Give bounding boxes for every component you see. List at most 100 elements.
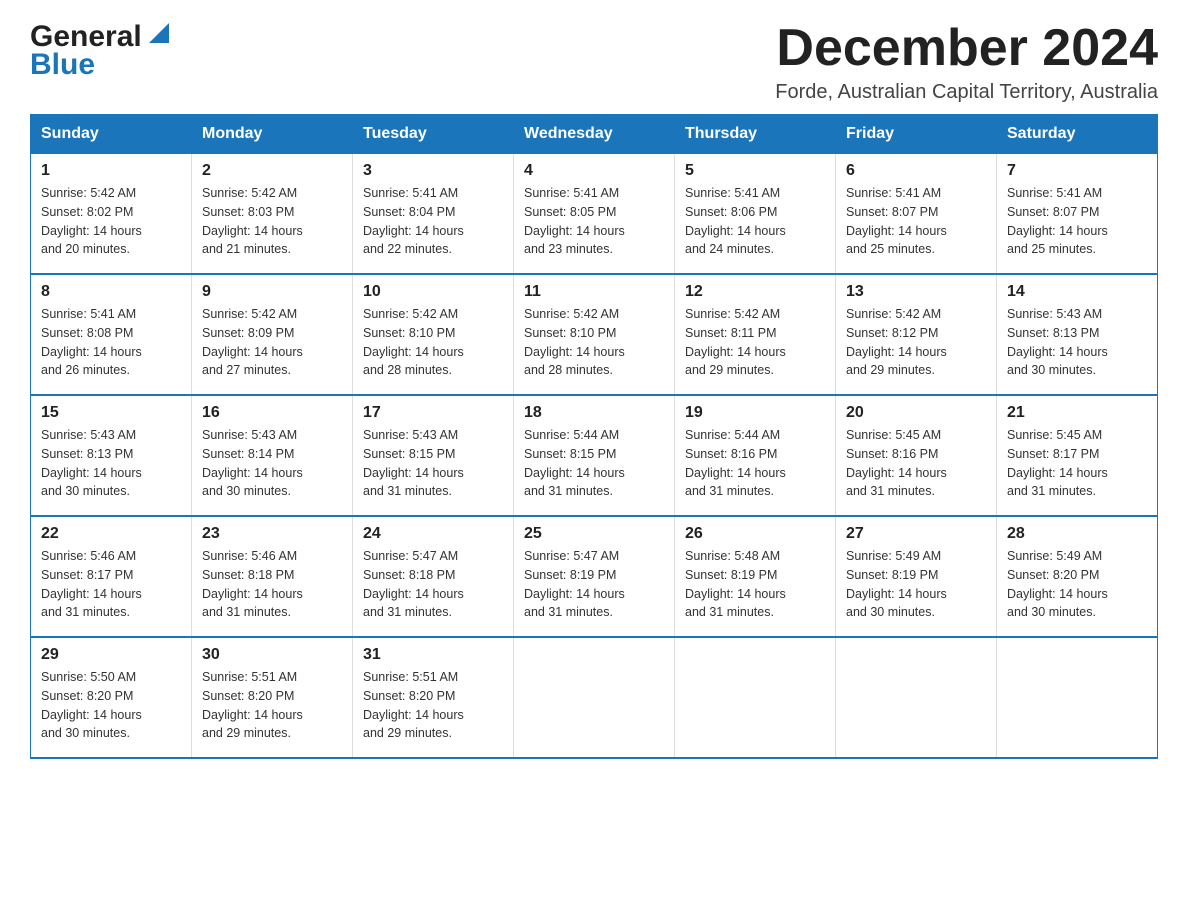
day-number: 20 [846,404,986,422]
day-info: Sunrise: 5:42 AMSunset: 8:02 PMDaylight:… [41,186,142,256]
day-number: 15 [41,404,181,422]
calendar-cell [675,637,836,758]
day-number: 9 [202,283,342,301]
day-info: Sunrise: 5:41 AMSunset: 8:08 PMDaylight:… [41,307,142,377]
day-number: 4 [524,162,664,180]
calendar-cell: 5 Sunrise: 5:41 AMSunset: 8:06 PMDayligh… [675,154,836,275]
day-info: Sunrise: 5:45 AMSunset: 8:17 PMDaylight:… [1007,428,1108,498]
day-number: 19 [685,404,825,422]
month-title: December 2024 [775,20,1158,77]
day-number: 28 [1007,525,1147,543]
header-tuesday: Tuesday [353,115,514,154]
day-number: 2 [202,162,342,180]
calendar-cell: 4 Sunrise: 5:41 AMSunset: 8:05 PMDayligh… [514,154,675,275]
calendar-table: Sunday Monday Tuesday Wednesday Thursday… [30,114,1158,759]
day-number: 22 [41,525,181,543]
calendar-cell: 9 Sunrise: 5:42 AMSunset: 8:09 PMDayligh… [192,274,353,395]
calendar-cell: 29 Sunrise: 5:50 AMSunset: 8:20 PMDaylig… [31,637,192,758]
calendar-cell: 14 Sunrise: 5:43 AMSunset: 8:13 PMDaylig… [997,274,1158,395]
calendar-cell: 1 Sunrise: 5:42 AMSunset: 8:02 PMDayligh… [31,154,192,275]
header-friday: Friday [836,115,997,154]
calendar-cell [836,637,997,758]
day-info: Sunrise: 5:49 AMSunset: 8:20 PMDaylight:… [1007,549,1108,619]
calendar-cell: 25 Sunrise: 5:47 AMSunset: 8:19 PMDaylig… [514,516,675,637]
days-of-week-row: Sunday Monday Tuesday Wednesday Thursday… [31,115,1158,154]
day-number: 18 [524,404,664,422]
day-number: 31 [363,646,503,664]
calendar-cell: 8 Sunrise: 5:41 AMSunset: 8:08 PMDayligh… [31,274,192,395]
day-number: 12 [685,283,825,301]
day-number: 17 [363,404,503,422]
day-info: Sunrise: 5:47 AMSunset: 8:19 PMDaylight:… [524,549,625,619]
day-info: Sunrise: 5:41 AMSunset: 8:04 PMDaylight:… [363,186,464,256]
header-thursday: Thursday [675,115,836,154]
day-number: 29 [41,646,181,664]
page-header: General Blue December 2024 Forde, Austra… [30,20,1158,104]
location-title: Forde, Australian Capital Territory, Aus… [775,81,1158,104]
day-info: Sunrise: 5:42 AMSunset: 8:10 PMDaylight:… [363,307,464,377]
day-number: 25 [524,525,664,543]
day-info: Sunrise: 5:41 AMSunset: 8:07 PMDaylight:… [846,186,947,256]
header-saturday: Saturday [997,115,1158,154]
day-info: Sunrise: 5:44 AMSunset: 8:15 PMDaylight:… [524,428,625,498]
day-info: Sunrise: 5:48 AMSunset: 8:19 PMDaylight:… [685,549,786,619]
header-wednesday: Wednesday [514,115,675,154]
day-number: 5 [685,162,825,180]
day-info: Sunrise: 5:42 AMSunset: 8:03 PMDaylight:… [202,186,303,256]
day-number: 3 [363,162,503,180]
calendar-cell: 2 Sunrise: 5:42 AMSunset: 8:03 PMDayligh… [192,154,353,275]
day-number: 30 [202,646,342,664]
calendar-cell: 12 Sunrise: 5:42 AMSunset: 8:11 PMDaylig… [675,274,836,395]
day-number: 13 [846,283,986,301]
calendar-cell: 28 Sunrise: 5:49 AMSunset: 8:20 PMDaylig… [997,516,1158,637]
logo: General Blue [30,20,174,82]
day-info: Sunrise: 5:42 AMSunset: 8:10 PMDaylight:… [524,307,625,377]
day-number: 26 [685,525,825,543]
day-info: Sunrise: 5:46 AMSunset: 8:17 PMDaylight:… [41,549,142,619]
calendar-cell: 30 Sunrise: 5:51 AMSunset: 8:20 PMDaylig… [192,637,353,758]
day-info: Sunrise: 5:41 AMSunset: 8:06 PMDaylight:… [685,186,786,256]
calendar-cell: 15 Sunrise: 5:43 AMSunset: 8:13 PMDaylig… [31,395,192,516]
day-info: Sunrise: 5:45 AMSunset: 8:16 PMDaylight:… [846,428,947,498]
day-number: 16 [202,404,342,422]
day-number: 10 [363,283,503,301]
day-number: 8 [41,283,181,301]
calendar-cell: 22 Sunrise: 5:46 AMSunset: 8:17 PMDaylig… [31,516,192,637]
calendar-cell: 19 Sunrise: 5:44 AMSunset: 8:16 PMDaylig… [675,395,836,516]
day-info: Sunrise: 5:46 AMSunset: 8:18 PMDaylight:… [202,549,303,619]
day-info: Sunrise: 5:44 AMSunset: 8:16 PMDaylight:… [685,428,786,498]
day-info: Sunrise: 5:49 AMSunset: 8:19 PMDaylight:… [846,549,947,619]
week-row-3: 15 Sunrise: 5:43 AMSunset: 8:13 PMDaylig… [31,395,1158,516]
day-number: 1 [41,162,181,180]
day-info: Sunrise: 5:42 AMSunset: 8:12 PMDaylight:… [846,307,947,377]
day-info: Sunrise: 5:43 AMSunset: 8:13 PMDaylight:… [41,428,142,498]
calendar-cell: 13 Sunrise: 5:42 AMSunset: 8:12 PMDaylig… [836,274,997,395]
day-info: Sunrise: 5:47 AMSunset: 8:18 PMDaylight:… [363,549,464,619]
calendar-cell: 31 Sunrise: 5:51 AMSunset: 8:20 PMDaylig… [353,637,514,758]
calendar-cell: 18 Sunrise: 5:44 AMSunset: 8:15 PMDaylig… [514,395,675,516]
day-info: Sunrise: 5:43 AMSunset: 8:14 PMDaylight:… [202,428,303,498]
day-number: 23 [202,525,342,543]
header-monday: Monday [192,115,353,154]
logo-triangle-icon [144,18,174,48]
day-info: Sunrise: 5:43 AMSunset: 8:13 PMDaylight:… [1007,307,1108,377]
logo-blue-text: Blue [30,48,95,82]
calendar-cell: 6 Sunrise: 5:41 AMSunset: 8:07 PMDayligh… [836,154,997,275]
day-info: Sunrise: 5:51 AMSunset: 8:20 PMDaylight:… [363,670,464,740]
day-info: Sunrise: 5:43 AMSunset: 8:15 PMDaylight:… [363,428,464,498]
calendar-cell: 10 Sunrise: 5:42 AMSunset: 8:10 PMDaylig… [353,274,514,395]
day-number: 7 [1007,162,1147,180]
day-number: 24 [363,525,503,543]
day-info: Sunrise: 5:42 AMSunset: 8:11 PMDaylight:… [685,307,786,377]
day-info: Sunrise: 5:41 AMSunset: 8:07 PMDaylight:… [1007,186,1108,256]
week-row-2: 8 Sunrise: 5:41 AMSunset: 8:08 PMDayligh… [31,274,1158,395]
calendar-cell: 16 Sunrise: 5:43 AMSunset: 8:14 PMDaylig… [192,395,353,516]
day-number: 6 [846,162,986,180]
calendar-cell: 26 Sunrise: 5:48 AMSunset: 8:19 PMDaylig… [675,516,836,637]
calendar-cell [514,637,675,758]
calendar-header: Sunday Monday Tuesday Wednesday Thursday… [31,115,1158,154]
day-info: Sunrise: 5:51 AMSunset: 8:20 PMDaylight:… [202,670,303,740]
day-info: Sunrise: 5:50 AMSunset: 8:20 PMDaylight:… [41,670,142,740]
day-number: 11 [524,283,664,301]
week-row-1: 1 Sunrise: 5:42 AMSunset: 8:02 PMDayligh… [31,154,1158,275]
